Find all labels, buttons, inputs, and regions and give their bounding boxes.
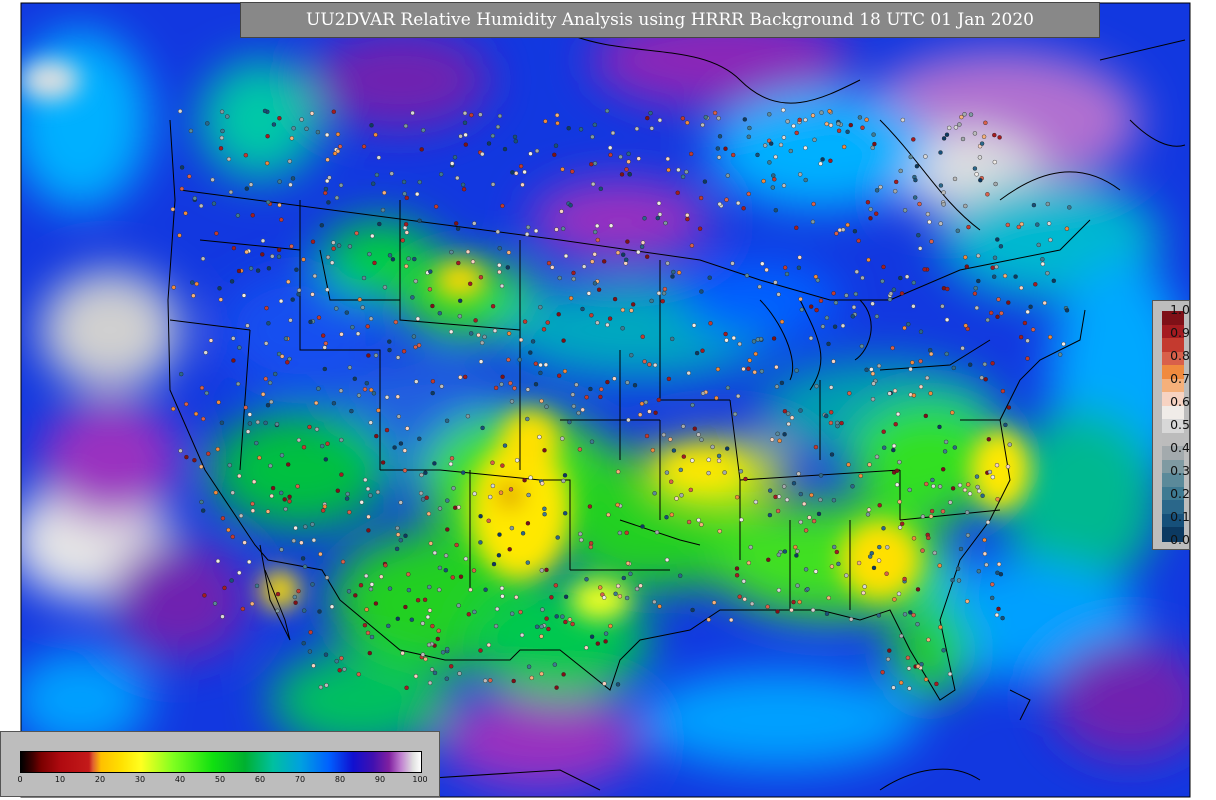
colorbar-tick-label: 70 — [294, 775, 306, 784]
colorbar-tick-label: 60 — [254, 775, 266, 784]
colorbar-tick-label: 10 — [54, 775, 66, 784]
legend-label: 0.3 — [1170, 463, 1190, 478]
colorbar-tick-label: 80 — [334, 775, 346, 784]
colorbar-tick-label: 0 — [17, 775, 23, 784]
legend-label: 1.0 — [1170, 302, 1190, 317]
legend-label: 0.7 — [1170, 371, 1190, 386]
legend-label: 0.5 — [1170, 417, 1190, 432]
rh-field — [21, 3, 1190, 797]
rh-colorbar-panel — [0, 731, 440, 797]
legend-label: 0.1 — [1170, 509, 1190, 524]
colorbar-tick-label: 90 — [374, 775, 386, 784]
legend-label: 0.0 — [1170, 532, 1190, 547]
legend-label: 0.6 — [1170, 394, 1190, 409]
legend-label: 0.2 — [1170, 486, 1190, 501]
legend-label: 0.8 — [1170, 348, 1190, 363]
colorbar-tick-label: 30 — [134, 775, 146, 784]
colorbar-tick-label: 40 — [174, 775, 186, 784]
rh-colorbar — [20, 751, 422, 773]
humidity-map — [20, 2, 1191, 798]
legend-label: 0.9 — [1170, 325, 1190, 340]
colorbar-tick-label: 20 — [94, 775, 106, 784]
colorbar-tick-label: 100 — [412, 775, 428, 784]
map-title: UU2DVAR Relative Humidity Analysis using… — [240, 2, 1100, 38]
colorbar-tick-label: 50 — [214, 775, 226, 784]
legend-label: 0.4 — [1170, 440, 1190, 455]
